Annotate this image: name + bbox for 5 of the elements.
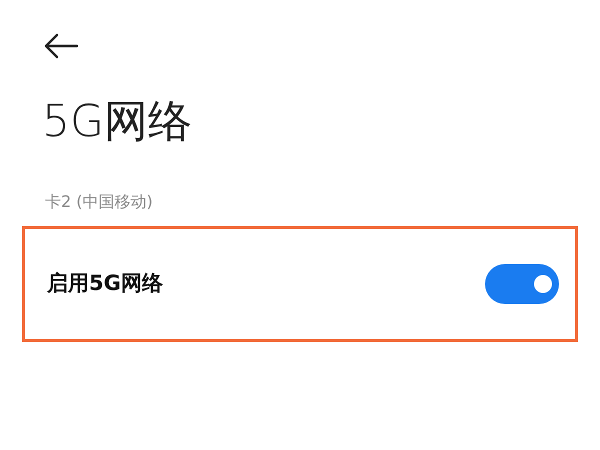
- setting-label: 启用5G网络: [47, 270, 164, 298]
- back-arrow-icon: [43, 33, 79, 59]
- page-title: 5G网络: [42, 96, 192, 147]
- section-label: 卡2 (中国移动): [45, 192, 153, 211]
- toggle-switch[interactable]: [485, 264, 559, 304]
